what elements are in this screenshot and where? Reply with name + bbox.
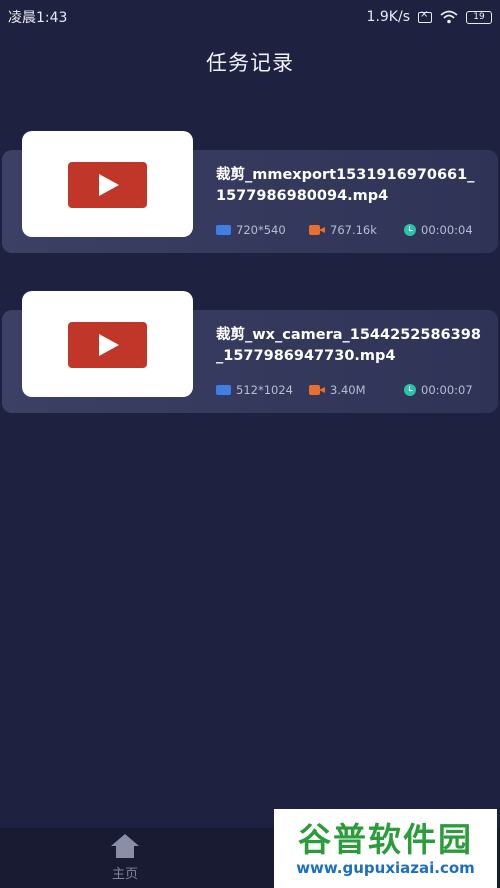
record-filename: 裁剪_wx_camera_1544252586398_1577986947730…: [216, 327, 481, 364]
video-camera-icon: [309, 385, 325, 395]
sim-icon: [418, 9, 432, 23]
wifi-icon: [440, 10, 458, 24]
watermark: 谷普软件园 www.gupuxiazai.com: [274, 809, 497, 888]
screen-icon: [216, 385, 231, 395]
duration-info: 00:00:04: [404, 223, 473, 237]
screen-icon: [216, 225, 231, 235]
duration-value: 00:00:07: [421, 383, 473, 397]
tab-home-label: 主页: [111, 867, 138, 882]
resolution-value: 720*540: [236, 223, 286, 237]
size-info: 767.16k: [309, 223, 404, 237]
tab-home[interactable]: 主页: [0, 828, 250, 888]
status-indicators: 1.9K/s 19: [367, 9, 492, 25]
size-info: 3.40M: [309, 383, 404, 397]
duration-value: 00:00:04: [421, 223, 473, 237]
status-bar: 凌晨1:43 1.9K/s 19: [0, 0, 500, 34]
record-meta: 720*540 767.16k 00:00:04: [216, 221, 486, 239]
resolution-value: 512*1024: [236, 383, 293, 397]
watermark-title: 谷普软件园: [298, 819, 473, 859]
play-icon: [68, 162, 147, 208]
record-meta: 512*1024 3.40M 00:00:07: [216, 381, 486, 399]
status-time: 凌晨1:43: [8, 10, 68, 26]
resolution-info: 720*540: [216, 223, 309, 237]
size-value: 3.40M: [330, 383, 366, 397]
battery-icon: 19: [466, 10, 492, 24]
play-icon: [68, 322, 147, 368]
record-filename: 裁剪_mmexport1531916970661_1577986980094.m…: [216, 167, 475, 204]
home-icon: [110, 834, 140, 860]
video-thumbnail[interactable]: [22, 131, 193, 237]
size-value: 767.16k: [330, 223, 377, 237]
clock-icon: [404, 224, 416, 236]
network-speed: 1.9K/s: [366, 9, 410, 25]
video-thumbnail[interactable]: [22, 291, 193, 397]
watermark-url: www.gupuxiazai.com: [296, 858, 475, 877]
video-camera-icon: [309, 225, 325, 235]
page-title: 任务记录: [206, 51, 294, 75]
resolution-info: 512*1024: [216, 383, 309, 397]
clock-icon: [404, 384, 416, 396]
duration-info: 00:00:07: [404, 383, 473, 397]
